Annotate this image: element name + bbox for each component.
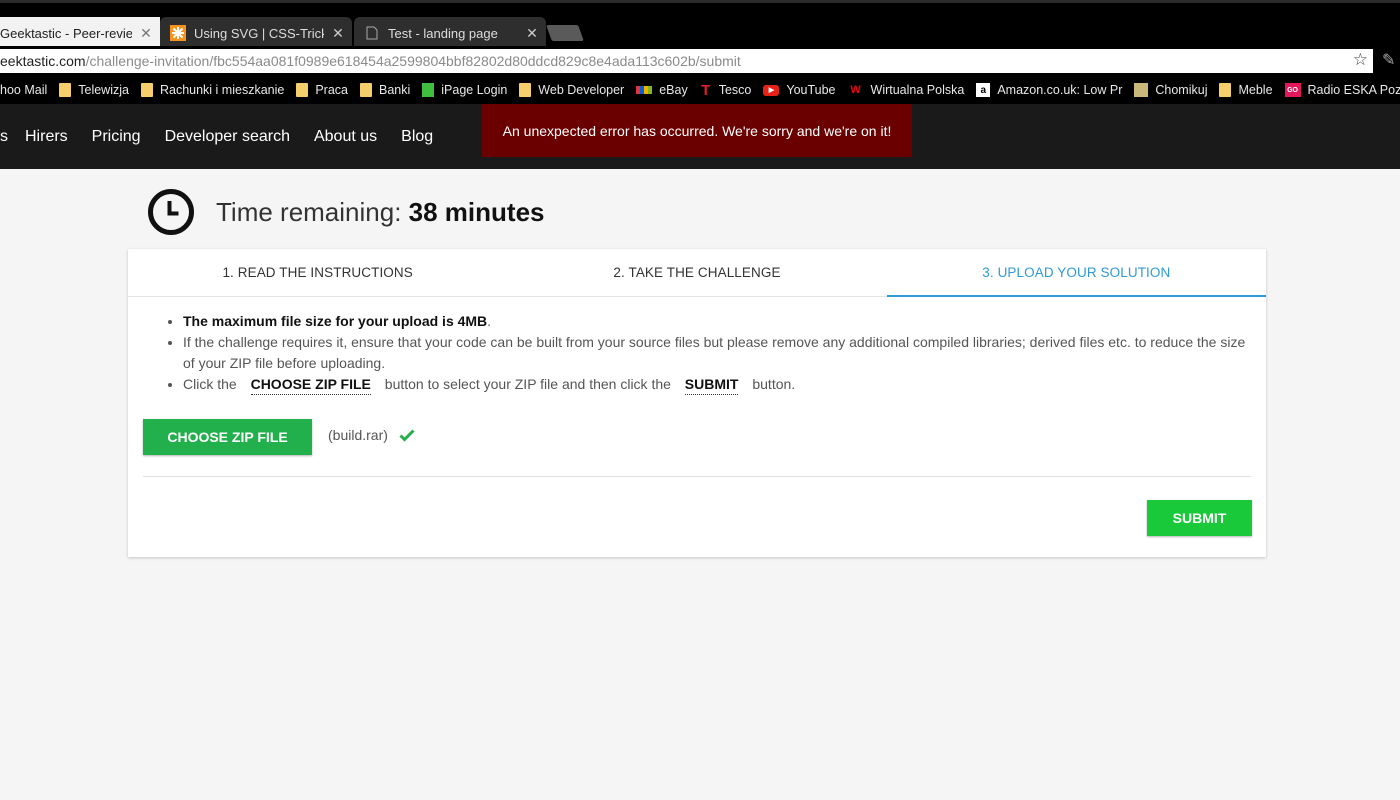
tab-title: Using SVG | CSS-Tricks xyxy=(194,25,324,41)
nav-link-hirers[interactable]: Hirers xyxy=(25,128,68,146)
address-bar[interactable]: eektastic.com/challenge-invitation/fbc55… xyxy=(0,49,1373,73)
selected-filename: (build.rar) xyxy=(328,427,388,443)
tab-title: Geektastic - Peer-reviewed xyxy=(0,25,132,41)
bookmark-meble[interactable]: Meble xyxy=(1219,83,1273,97)
bookmark-star-icon[interactable]: ☆ xyxy=(1353,50,1368,70)
bookmark-web-developer[interactable]: Web Developer xyxy=(519,83,624,97)
bookmark-yahoo-mail[interactable]: hoo Mail xyxy=(0,83,47,97)
eska-icon: GO xyxy=(1284,83,1301,97)
error-banner: An unexpected error has occurred. We're … xyxy=(482,104,912,157)
pen-icon[interactable]: ✎ xyxy=(1382,50,1395,70)
upload-card: 1. READ THE INSTRUCTIONS 2. TAKE THE CHA… xyxy=(128,249,1266,557)
bookmark-wp[interactable]: W Wirtualna Polska xyxy=(848,83,965,97)
address-bar-row: eektastic.com/challenge-invitation/fbc55… xyxy=(0,46,1400,76)
tab-read-instructions[interactable]: 1. READ THE INSTRUCTIONS xyxy=(128,249,508,297)
clock-icon xyxy=(148,189,194,235)
css-tricks-icon xyxy=(170,25,186,41)
browser-tab-strip: Geektastic - Peer-reviewed ✕ Using SVG |… xyxy=(0,0,1400,49)
bookmark-label: hoo Mail xyxy=(0,83,48,97)
bookmark-label: Web Developer xyxy=(538,83,625,97)
site-header: s Hirers Pricing Developer search About … xyxy=(0,104,1400,169)
divider xyxy=(143,476,1251,477)
ebay-icon xyxy=(636,86,653,94)
instruction-text: button. xyxy=(752,376,796,392)
bookmark-rachunki[interactable]: Rachunki i mieszkanie xyxy=(140,83,285,97)
time-remaining: Time remaining: 38 minutes xyxy=(147,188,544,236)
bookmark-label: Radio ESKA Poznań 9 xyxy=(1307,83,1400,97)
tab-css-tricks[interactable]: Using SVG | CSS-Tricks ✕ xyxy=(160,17,352,49)
page-icon xyxy=(364,25,380,41)
bookmark-label: eBay xyxy=(659,83,688,97)
new-tab-button[interactable] xyxy=(546,25,584,41)
amazon-icon: a xyxy=(976,83,991,97)
tab-test-landing[interactable]: Test - landing page ✕ xyxy=(354,17,546,49)
folder-icon xyxy=(59,83,72,97)
chomikuj-icon xyxy=(1134,83,1149,97)
main-nav: s Hirers Pricing Developer search About … xyxy=(0,104,457,169)
bookmark-ipage[interactable]: iPage Login xyxy=(422,83,507,97)
nav-link-blog[interactable]: Blog xyxy=(401,128,433,146)
bookmark-radio-eska[interactable]: GO Radio ESKA Poznań 9 xyxy=(1284,83,1400,97)
choose-zip-reference: CHOOSE ZIP FILE xyxy=(250,375,371,395)
bookmark-telewizja[interactable]: Telewizja xyxy=(59,83,129,97)
instruction-text: button to select your ZIP file and then … xyxy=(384,376,671,392)
tab-close-icon[interactable]: ✕ xyxy=(324,25,352,42)
upload-instructions: The maximum file size for your upload is… xyxy=(163,311,1253,395)
time-remaining-value: 38 minutes xyxy=(408,196,545,227)
nav-link-developer-search[interactable]: Developer search xyxy=(165,128,290,146)
step-tabs: 1. READ THE INSTRUCTIONS 2. TAKE THE CHA… xyxy=(128,249,1266,297)
bookmark-label: iPage Login xyxy=(441,83,508,97)
bookmark-ebay[interactable]: eBay xyxy=(636,83,688,97)
folder-icon xyxy=(359,83,372,97)
nav-link-partial[interactable]: s xyxy=(0,128,8,146)
bookmark-label: Rachunki i mieszkanie xyxy=(159,83,285,97)
nav-link-pricing[interactable]: Pricing xyxy=(92,128,141,146)
bookmark-label: YouTube xyxy=(786,83,836,97)
check-icon xyxy=(399,429,415,442)
instruction-click: Click the CHOOSE ZIP FILE button to sele… xyxy=(183,374,1253,395)
choose-zip-file-button[interactable]: CHOOSE ZIP FILE xyxy=(143,419,312,455)
max-size-text: The maximum file size for your upload is… xyxy=(183,313,488,329)
wp-icon: W xyxy=(850,84,861,96)
time-remaining-label: Time remaining: xyxy=(216,196,409,227)
nav-link-about-us[interactable]: About us xyxy=(314,128,377,146)
submit-button[interactable]: SUBMIT xyxy=(1147,500,1252,536)
bookmark-praca[interactable]: Praca xyxy=(296,83,348,97)
submit-reference: SUBMIT xyxy=(684,375,739,395)
time-remaining-text: Time remaining: 38 minutes xyxy=(216,197,544,228)
bookmarks-bar: hoo Mail Telewizja Rachunki i mieszkanie… xyxy=(0,76,1400,104)
url-path: /challenge-invitation/fbc554aa081f0989e6… xyxy=(85,53,741,69)
bookmark-label: Wirtualna Polska xyxy=(870,83,965,97)
bookmark-label: Meble xyxy=(1238,83,1273,97)
bookmark-label: Banki xyxy=(378,83,411,97)
bookmark-label: Amazon.co.uk: Low Pr xyxy=(997,83,1123,97)
tab-title: Test - landing page xyxy=(388,25,498,41)
tab-geektastic[interactable]: Geektastic - Peer-reviewed ✕ xyxy=(0,17,160,49)
instruction-build: If the challenge requires it, ensure tha… xyxy=(183,332,1253,374)
bookmark-label: Chomikuj xyxy=(1155,83,1208,97)
instruction-text: Click the xyxy=(183,376,237,392)
tesco-icon: T xyxy=(701,81,711,99)
bookmark-youtube[interactable]: ▶ YouTube xyxy=(763,83,836,97)
tab-upload-solution[interactable]: 3. UPLOAD YOUR SOLUTION xyxy=(886,249,1266,297)
youtube-icon: ▶ xyxy=(763,84,780,96)
bookmark-label: Praca xyxy=(315,83,348,97)
instruction-file-size: The maximum file size for your upload is… xyxy=(183,311,1253,332)
tab-take-challenge[interactable]: 2. TAKE THE CHALLENGE xyxy=(507,249,887,297)
ipage-icon xyxy=(422,83,435,97)
instruction-punct: . xyxy=(487,313,492,329)
bookmark-banki[interactable]: Banki xyxy=(359,83,411,97)
bookmark-amazon[interactable]: a Amazon.co.uk: Low Pr xyxy=(976,83,1122,97)
bookmark-chomikuj[interactable]: Chomikuj xyxy=(1134,83,1207,97)
folder-icon xyxy=(1219,83,1232,97)
tab-close-icon[interactable]: ✕ xyxy=(132,25,160,42)
folder-icon xyxy=(519,83,532,97)
url-host: eektastic.com xyxy=(0,53,86,69)
bookmark-label: Tesco xyxy=(718,83,752,97)
folder-icon xyxy=(140,83,153,97)
bookmark-tesco[interactable]: T Tesco xyxy=(700,81,752,99)
folder-icon xyxy=(296,83,309,97)
tab-close-icon[interactable]: ✕ xyxy=(518,25,546,42)
bookmark-label: Telewizja xyxy=(78,83,129,97)
